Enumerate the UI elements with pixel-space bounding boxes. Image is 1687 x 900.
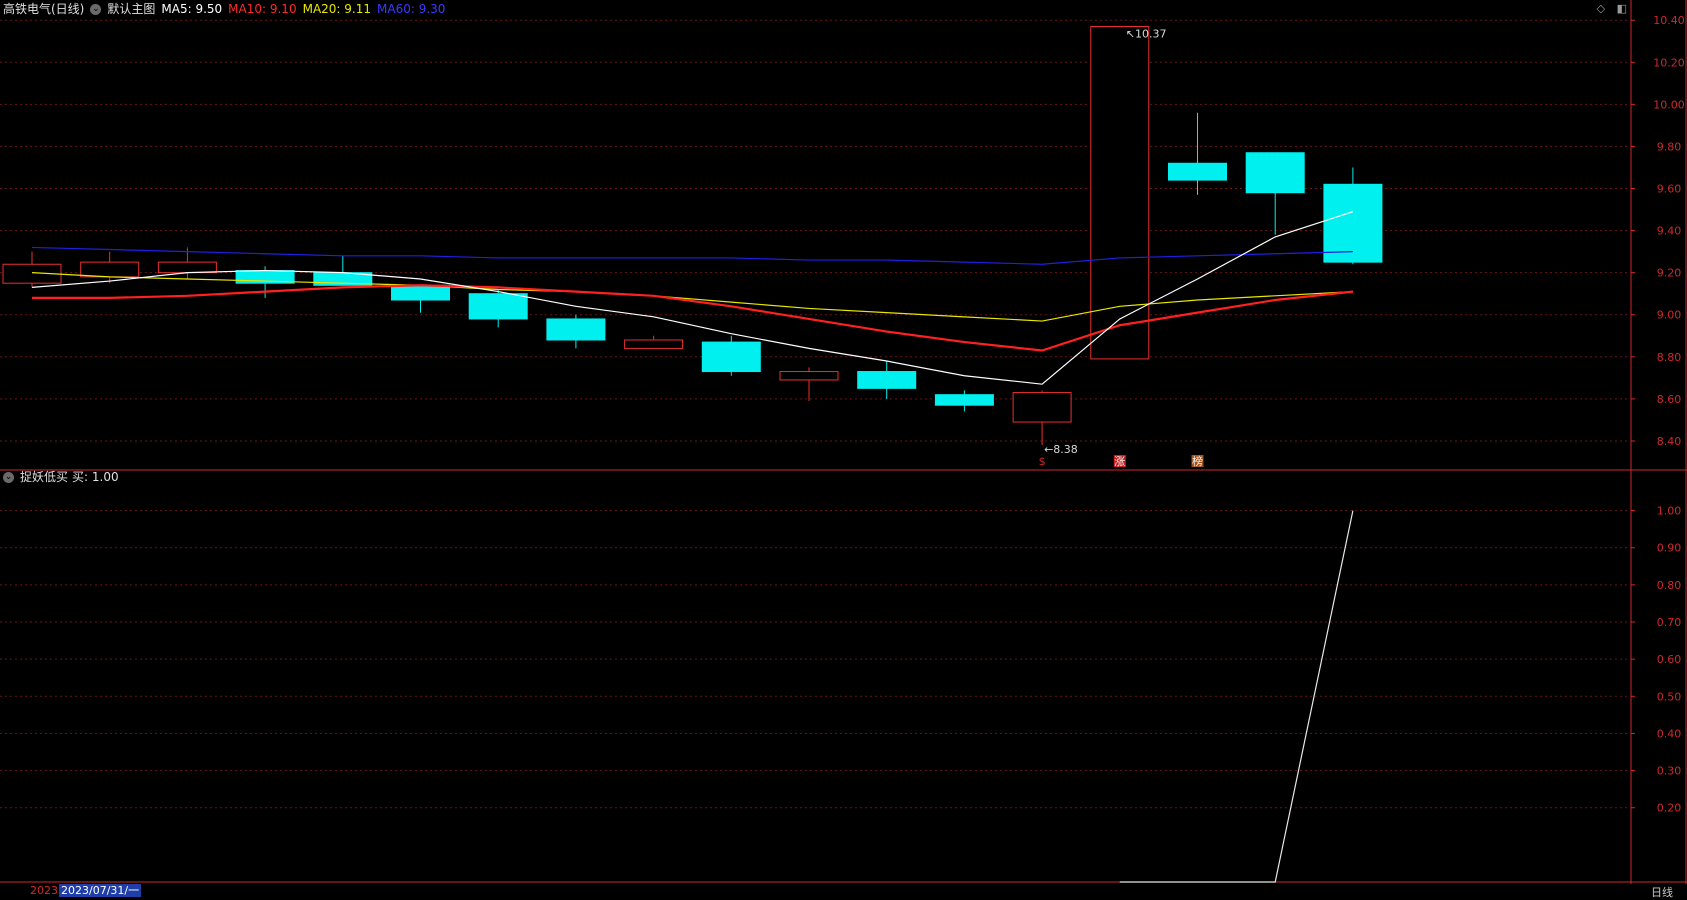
price-tick-label: 9.00 <box>1657 309 1682 322</box>
stock-title: 高铁电气(日线) <box>3 2 85 16</box>
kline-chart[interactable]: 10.40 10.20 10.00 9.80 9.60 9.40 9.20 9.00 8.80 8… <box>0 0 1687 897</box>
ma20-line <box>31 272 1353 322</box>
panel-toggle-icon[interactable]: ◧ <box>1617 2 1627 15</box>
price-tick-label: 8.40 <box>1657 435 1682 448</box>
marker-label: 榜 <box>1192 454 1203 468</box>
price-tick-label: 8.60 <box>1657 393 1682 406</box>
candle-down[interactable] <box>1245 152 1305 194</box>
price-tick-label: 10.20 <box>1653 56 1685 69</box>
indicator-tick-label: 0.30 <box>1657 765 1682 778</box>
low-price-label: ←8.38 <box>1044 443 1078 456</box>
candle-down[interactable] <box>934 394 994 406</box>
indicator-value: 买: 1.00 <box>72 470 119 484</box>
current-date: 2023/07/31/一 <box>59 884 142 897</box>
year-label: 2023 <box>30 884 58 897</box>
price-tick-label: 10.00 <box>1653 98 1685 111</box>
candle-down[interactable] <box>1323 183 1383 263</box>
candle-up[interactable] <box>80 261 140 278</box>
candle-up[interactable] <box>779 371 839 381</box>
stock-chart-window: 10.40 10.20 10.00 9.80 9.60 9.40 9.20 9.00 8.80 8… <box>0 0 1687 900</box>
price-tick-label: 9.80 <box>1657 140 1682 153</box>
date-bar: 2023 2023/07/31/一 <box>0 884 142 897</box>
marker-label: $ <box>1039 455 1046 468</box>
candle-down[interactable] <box>1168 162 1227 181</box>
price-tick-label: 9.60 <box>1657 183 1682 196</box>
indicator-tick-label: 0.80 <box>1657 579 1682 592</box>
chevron-down-icon[interactable]: ⌄ <box>3 472 14 483</box>
ma60-label: MA60: 9.30 <box>377 2 446 16</box>
price-tick-label: 8.80 <box>1657 351 1682 364</box>
window-controls: ◇ ◧ <box>1597 2 1627 15</box>
price-tick-label: 9.40 <box>1657 225 1682 238</box>
indicator-tick-label: 1.00 <box>1657 505 1682 518</box>
template-label[interactable]: 默认主图 <box>107 2 155 16</box>
indicator-tick-label: 0.70 <box>1657 616 1682 629</box>
ma60-line <box>31 246 1353 265</box>
main-chart-header: 高铁电气(日线) ⌄ 默认主图 MA5: 9.50 MA10: 9.10 MA20: 9.… <box>3 2 451 16</box>
period-label[interactable]: 日线 <box>1651 884 1673 900</box>
candle-down[interactable] <box>468 293 528 320</box>
marker-label: 涨 <box>1114 455 1125 468</box>
high-price-label: ↖10.37 <box>1126 28 1167 41</box>
candle-up[interactable] <box>1012 392 1072 423</box>
price-tick-label: 9.20 <box>1657 267 1682 280</box>
indicator-tick-label: 0.90 <box>1657 542 1682 555</box>
ma5-label: MA5: 9.50 <box>161 2 223 16</box>
candle-down[interactable] <box>391 284 450 301</box>
candle-up[interactable] <box>157 261 217 274</box>
indicator-tick-label: 0.50 <box>1657 690 1682 703</box>
indicator-tick-label: 0.20 <box>1657 802 1682 815</box>
diamond-icon[interactable]: ◇ <box>1597 2 1605 15</box>
candle-up[interactable] <box>624 339 684 349</box>
indicator-name[interactable]: 捉妖低买 <box>20 470 68 484</box>
candle-down[interactable] <box>546 318 606 341</box>
ma20-label: MA20: 9.11 <box>302 2 372 16</box>
ma10-label: MA10: 9.10 <box>228 2 297 16</box>
ma5-line <box>31 211 1354 385</box>
ma10-line <box>32 284 1354 352</box>
indicator-tick-label: 0.40 <box>1657 727 1682 740</box>
indicator-tick-label: 0.60 <box>1657 653 1682 666</box>
price-tick-label: 10.40 <box>1653 14 1685 27</box>
chevron-down-icon[interactable]: ⌄ <box>90 4 102 15</box>
candle-down[interactable] <box>701 341 761 373</box>
candle-down[interactable] <box>857 371 917 389</box>
indicator-header: ⌄ 捉妖低买 买: 1.00 <box>3 470 125 484</box>
